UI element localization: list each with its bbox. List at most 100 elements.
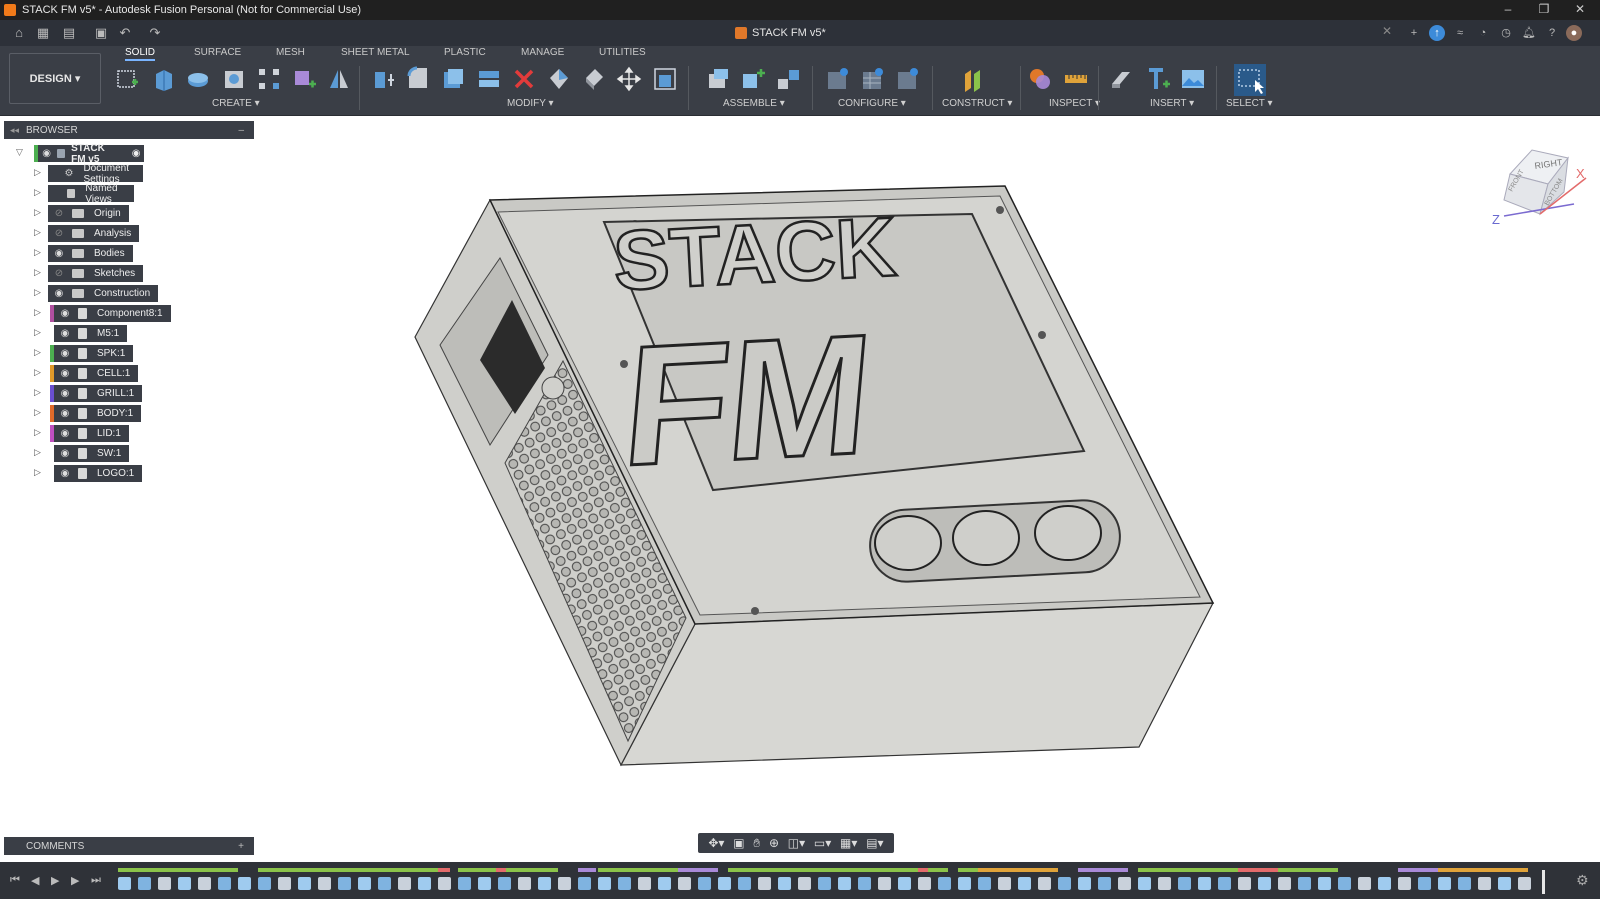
timeline-feature-icon[interactable] — [1258, 877, 1271, 890]
timeline-feature-icon[interactable] — [1098, 877, 1111, 890]
activate-radio-icon[interactable]: ◉ — [132, 148, 141, 159]
timeline-feature-icon[interactable] — [1038, 877, 1051, 890]
tab-manage[interactable]: MANAGE — [521, 47, 564, 61]
create-menu[interactable]: CREATE ▾ — [212, 98, 260, 109]
timeline-feature-icon[interactable] — [758, 877, 771, 890]
configure-menu[interactable]: CONFIGURE ▾ — [838, 98, 906, 109]
expand-chevron-icon[interactable]: ▷ — [34, 227, 44, 238]
visibility-eye-icon[interactable]: ◉ — [42, 148, 51, 159]
timeline-track[interactable] — [118, 868, 1564, 896]
online-status-icon[interactable]: ◔ — [1475, 25, 1491, 41]
visibility-eye-icon[interactable]: ◉ — [58, 408, 72, 419]
insert-canvas-icon[interactable] — [1180, 66, 1206, 92]
timeline-feature-icon[interactable] — [998, 877, 1011, 890]
timeline-feature-icon[interactable] — [118, 877, 131, 890]
viewports-icon[interactable]: ▤▾ — [866, 836, 883, 850]
user-avatar[interactable]: ● — [1566, 25, 1582, 41]
window-select-icon[interactable] — [1234, 64, 1266, 96]
assemble-menu[interactable]: ASSEMBLE ▾ — [723, 98, 785, 109]
add-comment-icon[interactable]: + — [238, 841, 244, 852]
timeline-feature-icon[interactable] — [1158, 877, 1171, 890]
visibility-eye-icon[interactable]: ◉ — [52, 288, 66, 299]
construct-menu[interactable]: CONSTRUCT ▾ — [942, 98, 1012, 109]
expand-chevron-icon[interactable]: ▷ — [34, 367, 44, 378]
timeline-feature-icon[interactable] — [418, 877, 431, 890]
fit-icon[interactable]: ◫▾ — [788, 836, 805, 850]
timeline-feature-icon[interactable] — [738, 877, 751, 890]
timeline-feature-icon[interactable] — [918, 877, 931, 890]
timeline-feature-icon[interactable] — [678, 877, 691, 890]
expand-chevron-icon[interactable]: ▷ — [34, 247, 44, 258]
step-forward-icon[interactable]: ▶ — [71, 874, 79, 887]
timeline-feature-icon[interactable] — [978, 877, 991, 890]
timeline-feature-icon[interactable] — [898, 877, 911, 890]
model-viewport[interactable]: STACK FM — [400, 180, 1220, 780]
expand-chevron-icon[interactable]: ▷ — [34, 387, 44, 398]
insert-menu[interactable]: INSERT ▾ — [1150, 98, 1194, 109]
browser-minimize-icon[interactable]: – — [238, 125, 244, 136]
extensions-icon[interactable]: ↑ — [1429, 25, 1445, 41]
expand-chevron-icon[interactable]: ▷ — [34, 307, 44, 318]
timeline-feature-icon[interactable] — [1138, 877, 1151, 890]
workspace-switcher[interactable]: DESIGN ▾ — [9, 53, 101, 104]
tab-surface[interactable]: SURFACE — [194, 47, 241, 61]
visibility-eye-icon[interactable]: ◉ — [58, 328, 72, 339]
timeline-feature-icon[interactable] — [1338, 877, 1351, 890]
visibility-eye-icon[interactable]: ◉ — [58, 308, 72, 319]
timeline-settings-gear-icon[interactable]: ⚙ — [1576, 872, 1589, 889]
expand-chevron-icon[interactable]: ▷ — [34, 167, 44, 178]
timeline-feature-icon[interactable] — [1198, 877, 1211, 890]
select-menu[interactable]: SELECT ▾ — [1226, 98, 1273, 109]
expand-chevron-icon[interactable]: ▷ — [34, 427, 44, 438]
timeline-feature-icon[interactable] — [1418, 877, 1431, 890]
tab-solid[interactable]: SOLID — [125, 47, 156, 61]
timeline-feature-icon[interactable] — [658, 877, 671, 890]
joint-icon[interactable] — [705, 66, 731, 92]
align-icon[interactable] — [652, 66, 678, 92]
timeline-feature-icon[interactable] — [778, 877, 791, 890]
browser-panel-header[interactable]: ◂◂ BROWSER – — [4, 121, 254, 139]
visibility-eye-icon[interactable]: ◉ — [58, 428, 72, 439]
view-cube[interactable]: RIGHT FRONT BOTTOM Z X — [1488, 144, 1588, 232]
play-icon[interactable]: ▶ — [51, 874, 59, 887]
timeline-feature-icon[interactable] — [318, 877, 331, 890]
pan-hand-icon[interactable]: ✋︎ — [753, 836, 760, 851]
expand-chevron-icon[interactable]: ▷ — [34, 467, 44, 478]
timeline-feature-icon[interactable] — [638, 877, 651, 890]
timeline-feature-icon[interactable] — [1398, 877, 1411, 890]
go-to-start-icon[interactable]: ⏮ — [10, 874, 20, 887]
timeline-feature-icon[interactable] — [798, 877, 811, 890]
expand-chevron-icon[interactable]: ▷ — [34, 207, 44, 218]
timeline-feature-icon[interactable] — [498, 877, 511, 890]
close-window-button[interactable]: ✕ — [1562, 0, 1598, 20]
mirror-icon[interactable] — [326, 66, 352, 92]
insert-text-icon[interactable] — [1145, 66, 1171, 92]
inspect-menu[interactable]: INSPECT ▾ — [1049, 98, 1100, 109]
tab-utilities[interactable]: UTILITIES — [599, 47, 646, 61]
timeline-feature-icon[interactable] — [158, 877, 171, 890]
split-body-icon[interactable] — [476, 66, 502, 92]
expand-chevron-icon[interactable]: ▽ — [16, 147, 26, 158]
collapse-browser-icon[interactable]: ◂◂ — [10, 125, 19, 136]
maximize-button[interactable]: ❐ — [1526, 0, 1562, 20]
modify-menu[interactable]: MODIFY ▾ — [507, 98, 554, 109]
expand-chevron-icon[interactable]: ▷ — [34, 407, 44, 418]
expand-chevron-icon[interactable]: ▷ — [34, 347, 44, 358]
timeline-feature-icon[interactable] — [138, 877, 151, 890]
timeline-feature-icon[interactable] — [378, 877, 391, 890]
timeline-feature-icon[interactable] — [1278, 877, 1291, 890]
timeline-feature-icon[interactable] — [618, 877, 631, 890]
timeline-feature-icon[interactable] — [1318, 877, 1331, 890]
fillet-icon[interactable] — [405, 66, 431, 92]
timeline-feature-icon[interactable] — [1438, 877, 1451, 890]
minimize-button[interactable]: – — [1490, 0, 1526, 20]
timeline-feature-icon[interactable] — [1238, 877, 1251, 890]
shell-icon[interactable] — [440, 66, 466, 92]
document-tab[interactable]: STACK FM v5* — [735, 20, 826, 46]
undo-icon[interactable]: ↶ — [116, 24, 134, 42]
account-clock-icon[interactable]: ◷ — [1498, 25, 1514, 41]
hidden-eye-icon[interactable]: ⊘ — [52, 228, 66, 239]
revolve-icon[interactable] — [185, 66, 211, 92]
timeline-feature-icon[interactable] — [538, 877, 551, 890]
timeline-feature-icon[interactable] — [1058, 877, 1071, 890]
